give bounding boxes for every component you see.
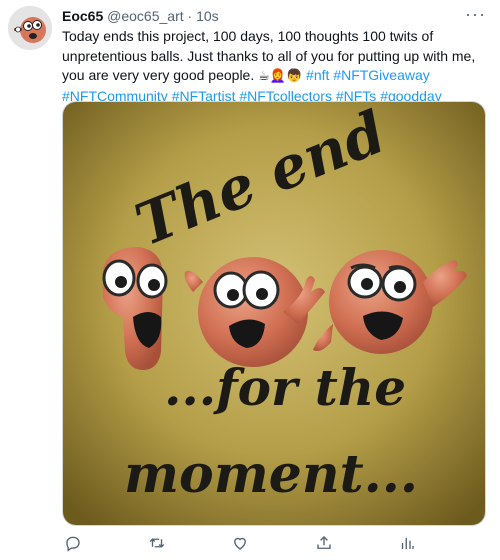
analytics-icon[interactable] [396,532,418,554]
author-handle[interactable]: @eoc65_art [107,8,183,24]
separator-dot: · [187,8,193,24]
like-icon[interactable] [229,532,251,554]
image-text-moment: moment... [124,444,418,505]
tweet-text: Today ends this project, 100 days, 100 t… [62,27,488,106]
retweet-icon[interactable] [146,532,168,554]
nft-artwork: The end ...for the moment... [63,102,485,525]
image-text-for-the: ...for the [164,358,406,417]
author-name[interactable]: Eoc65 [62,8,103,24]
tweet-image[interactable]: The end ...for the moment... [62,101,486,526]
tweet-header: Eoc65 @eoc65_art · 10s [62,7,219,25]
tweet: Eoc65 @eoc65_art · 10s ··· Today ends th… [0,0,500,560]
avatar[interactable] [8,6,52,50]
tweet-timestamp[interactable]: 10s [196,8,219,24]
reply-icon[interactable] [62,532,84,554]
share-icon[interactable] [313,532,335,554]
hashtag-link[interactable]: #NFTGiveaway [333,67,429,83]
tweet-actions [62,532,482,554]
hashtag-link[interactable]: #nft [306,67,329,83]
more-options-icon[interactable]: ··· [465,4,486,25]
tweet-emojis: ☕👩‍🦰👦 [258,69,303,84]
